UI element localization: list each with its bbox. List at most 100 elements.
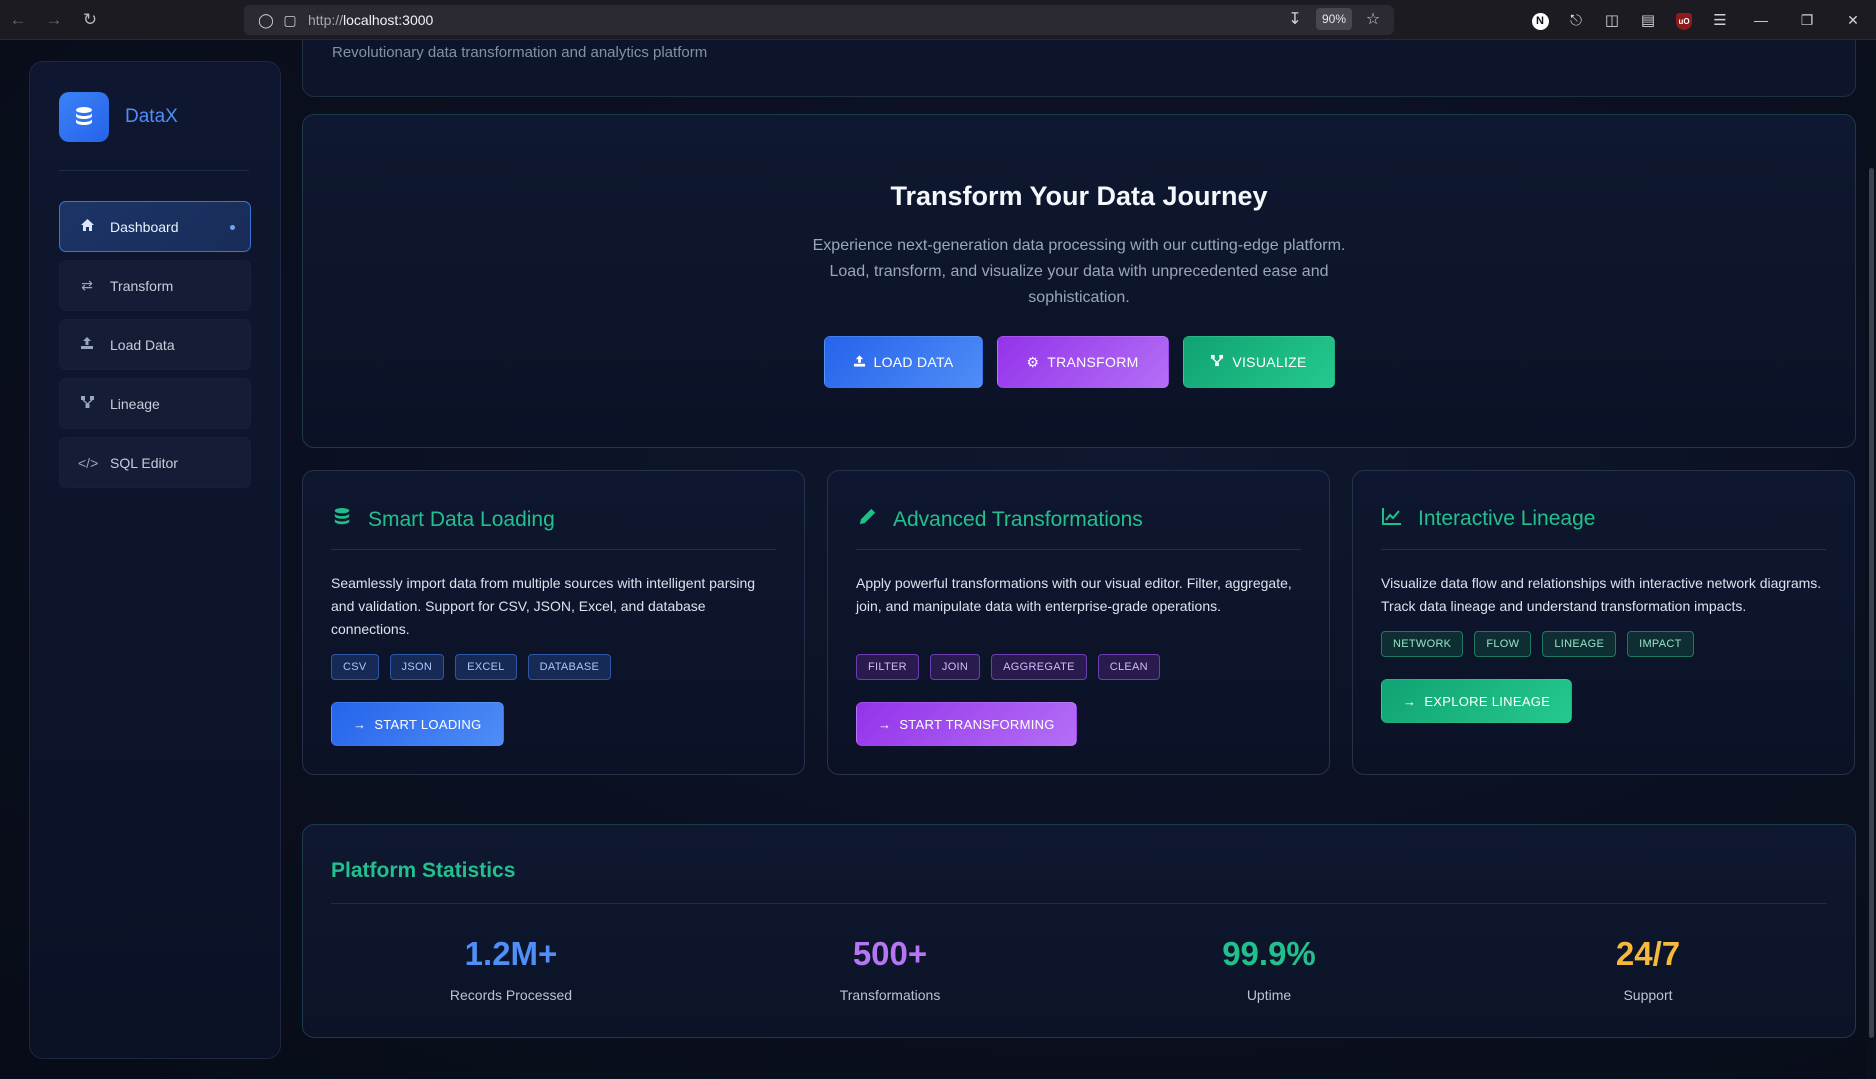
shield-icon[interactable]: ◯ (254, 12, 278, 29)
feature-header: Interactive Lineage (1381, 507, 1595, 531)
divider (59, 170, 249, 171)
explore-lineage-button[interactable]: → EXPLORE LINEAGE (1381, 679, 1573, 723)
start-loading-button[interactable]: → START LOADING (331, 702, 504, 746)
tag: CLEAN (1097, 654, 1160, 680)
bookmark-star-icon[interactable]: ☆ (1362, 9, 1384, 29)
tag-list: CSV JSON EXCEL DATABASE (331, 654, 612, 680)
transform-button[interactable]: ⚙ TRANSFORM (996, 336, 1169, 388)
exchange-icon: ⇄ (81, 277, 93, 293)
tag: FLOW (1474, 631, 1532, 657)
back-icon[interactable]: ← (0, 2, 36, 38)
arrow-right-icon: → (1403, 693, 1417, 709)
sidebar-item-transform[interactable]: ⇄ Transform (59, 260, 251, 311)
tag: JOIN (929, 654, 981, 680)
header-card: Revolutionary data transformation and an… (302, 40, 1856, 97)
close-icon[interactable]: ✕ (1830, 12, 1876, 29)
code-icon: </> (78, 454, 99, 471)
feature-title: Smart Data Loading (368, 508, 555, 531)
browser-toolbar: ← → ↻ ◯ ▢ http://localhost:3000 ↧ 90% ☆ … (0, 0, 1876, 40)
feature-header: Advanced Transformations (856, 507, 1143, 532)
arrow-right-icon: → (353, 716, 367, 732)
tag: FILTER (856, 654, 919, 680)
database-icon (331, 507, 353, 533)
gears-icon: ⚙ (1026, 353, 1040, 370)
reload-icon[interactable]: ↻ (72, 2, 108, 38)
url-prefix: http:// (308, 12, 344, 28)
page-subtitle: Revolutionary data transformation and an… (332, 44, 708, 61)
line-chart-icon (1381, 507, 1403, 531)
stat-label: Support (1623, 987, 1673, 1003)
button-label: LOAD DATA (873, 354, 954, 370)
tag: AGGREGATE (991, 654, 1087, 680)
sidebar-item-sql-editor[interactable]: </> SQL Editor (59, 437, 251, 488)
zoom-level[interactable]: 90% (1315, 8, 1352, 30)
section-title: Platform Statistics (331, 859, 516, 882)
network-icon (78, 395, 96, 412)
button-label: EXPLORE LINEAGE (1424, 693, 1551, 709)
sidebar-item-label: SQL Editor (110, 454, 178, 471)
button-label: TRANSFORM (1047, 354, 1139, 370)
container-icon[interactable]: ◫ (1594, 11, 1630, 29)
sidebar-toggle-icon[interactable]: ▤ (1630, 11, 1666, 29)
feature-header: Smart Data Loading (331, 507, 555, 533)
tag-list: NETWORK FLOW LINEAGE IMPACT (1381, 631, 1694, 657)
url-host: localhost:3000 (343, 12, 434, 28)
address-bar[interactable]: ◯ ▢ http://localhost:3000 ↧ 90% ☆ (244, 5, 1394, 35)
tag: EXCEL (455, 654, 517, 680)
feature-description: Apply powerful transformations with our … (856, 575, 1292, 614)
brand-name: DataX (125, 106, 178, 127)
feature-description: Seamlessly import data from multiple sou… (331, 575, 756, 637)
page-icon: ▢ (283, 11, 297, 28)
stat-label: Uptime (1246, 987, 1292, 1003)
menu-icon[interactable]: ☰ (1702, 11, 1738, 29)
sidebar-item-label: Load Data (110, 336, 175, 353)
arrow-right-icon: → (878, 716, 892, 732)
account-icon[interactable]: N (1522, 11, 1558, 30)
ublock-icon[interactable]: uO (1666, 11, 1702, 30)
divider (856, 549, 1301, 550)
button-label: START TRANSFORMING (899, 716, 1055, 732)
hero-section: Transform Your Data Journey Experience n… (302, 114, 1856, 448)
load-data-button[interactable]: LOAD DATA (823, 336, 983, 388)
tag: IMPACT (1627, 631, 1694, 657)
page-viewport: DataX Dashboard ⇄ Transform Load Data Li… (0, 40, 1876, 1079)
download-icon[interactable]: ↧ (1284, 9, 1306, 29)
feature-title: Advanced Transformations (893, 507, 1143, 531)
sidebar-item-dashboard[interactable]: Dashboard (59, 201, 251, 252)
url-text[interactable]: http://localhost:3000 (308, 12, 433, 28)
divider (331, 549, 776, 550)
minimize-icon[interactable]: — (1738, 12, 1784, 28)
restore-icon[interactable]: ❐ (1784, 12, 1830, 29)
page-scrollbar[interactable] (1866, 40, 1876, 1079)
stat-value: 99.9% (1222, 935, 1316, 972)
sidebar-item-label: Lineage (110, 395, 160, 412)
tag: LINEAGE (1542, 631, 1617, 657)
divider (331, 903, 1827, 904)
start-transforming-button[interactable]: → START TRANSFORMING (856, 702, 1077, 746)
tag: DATABASE (527, 654, 612, 680)
sidebar-item-lineage[interactable]: Lineage (59, 378, 251, 429)
stat-label: Transformations (839, 987, 941, 1003)
stat-value: 1.2M+ (464, 935, 558, 972)
upload-icon (78, 336, 96, 353)
sidebar-item-load-data[interactable]: Load Data (59, 319, 251, 370)
feature-card-transformations: Advanced Transformations Apply powerful … (827, 470, 1330, 775)
tag: CSV (331, 654, 379, 680)
tag: JSON (389, 654, 445, 680)
button-label: START LOADING (374, 716, 482, 732)
feature-card-lineage: Interactive Lineage Visualize data flow … (1352, 470, 1855, 775)
visualize-button[interactable]: VISUALIZE (1182, 336, 1335, 388)
sidebar-nav: Dashboard ⇄ Transform Load Data Lineage (59, 201, 251, 496)
sidebar: DataX Dashboard ⇄ Transform Load Data Li… (29, 61, 281, 1059)
stat-records-processed: 1.2M+ Records Processed (361, 935, 661, 1003)
brand[interactable]: DataX (59, 92, 178, 142)
forward-icon[interactable]: → (36, 2, 72, 38)
stat-label: Records Processed (449, 987, 573, 1003)
scrollbar-thumb[interactable] (1869, 168, 1874, 1038)
stat-uptime: 99.9% Uptime (1119, 935, 1419, 1003)
hero-actions: LOAD DATA ⚙ TRANSFORM VISUALIZE (303, 336, 1855, 388)
extensions-icon[interactable]: ⎋ (1558, 12, 1594, 29)
active-indicator (230, 225, 235, 230)
tag-list: FILTER JOIN AGGREGATE CLEAN (856, 654, 1160, 680)
platform-statistics: Platform Statistics 1.2M+ Records Proces… (302, 824, 1856, 1038)
